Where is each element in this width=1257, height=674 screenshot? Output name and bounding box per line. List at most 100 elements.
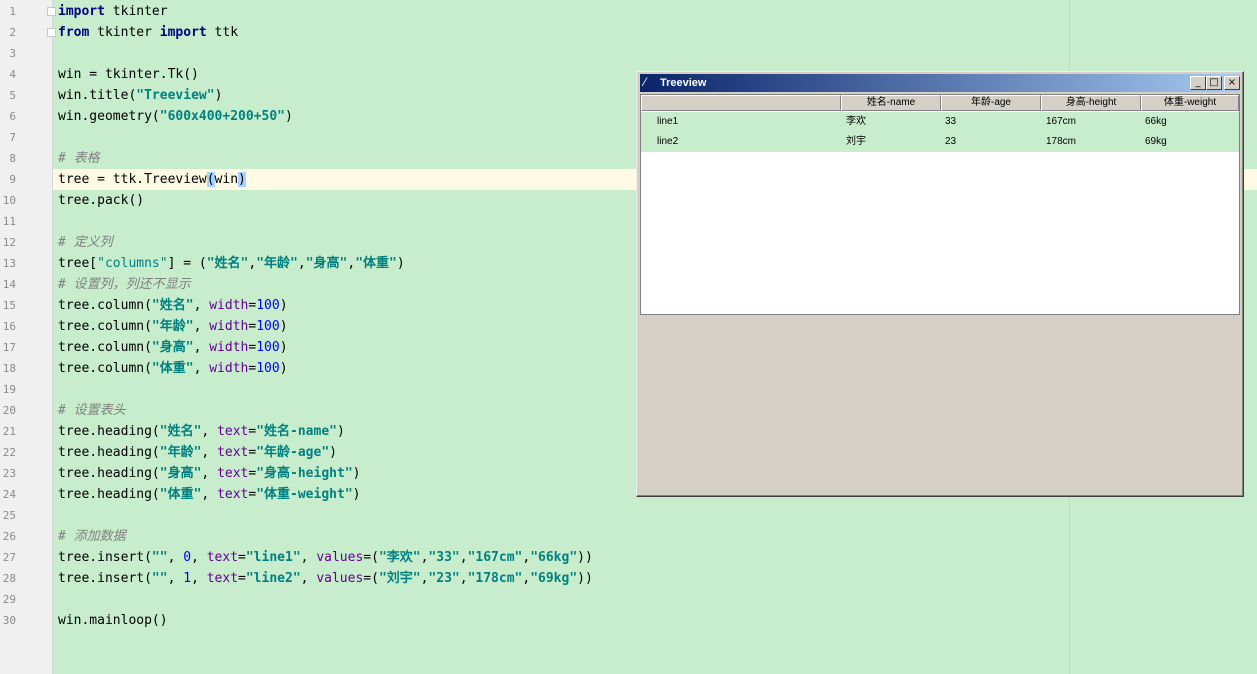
line-number: 29: [2, 593, 16, 606]
code-line[interactable]: tree.column("姓名", width=100): [58, 295, 288, 316]
code-token: win.title(: [58, 88, 137, 103]
code-token: # 设置表头: [58, 403, 126, 418]
code-token: =(: [363, 550, 379, 565]
heading-age[interactable]: 年龄-age: [941, 95, 1041, 111]
code-line[interactable]: from tkinter import ttk: [58, 22, 238, 43]
code-token: ): [284, 109, 293, 124]
maximize-button[interactable]: □: [1206, 76, 1222, 90]
code-line[interactable]: win.title("Treeview"): [58, 85, 222, 106]
code-token: 100: [256, 361, 280, 376]
code-token: "身高-height": [256, 466, 353, 481]
code-token: ,: [193, 319, 210, 334]
code-line[interactable]: # 设置列，列还不显示: [58, 274, 191, 295]
code-line[interactable]: tree.heading("身高", text="身高-height"): [58, 463, 360, 484]
code-line[interactable]: # 表格: [58, 148, 100, 169]
line-number: 30: [2, 614, 16, 627]
code-token: text: [217, 424, 249, 439]
code-token: tree.column(: [58, 340, 152, 355]
treeview-table[interactable]: 姓名-name 年龄-age 身高-height 体重-weight line1…: [640, 94, 1240, 315]
heading-weight[interactable]: 体重-weight: [1141, 95, 1239, 111]
code-line[interactable]: tree["columns"] = ("姓名","年龄","身高","体重"): [58, 253, 405, 274]
code-token: 100: [256, 298, 280, 313]
code-token: ,: [167, 571, 184, 586]
code-token: tree.column(: [58, 298, 152, 313]
code-token: ): [279, 298, 288, 313]
line-number: 4: [9, 68, 16, 81]
code-token: "身高": [305, 256, 348, 271]
code-token: ): [279, 340, 288, 355]
code-line[interactable]: win = tkinter.Tk(): [58, 64, 199, 85]
code-token: "年龄": [256, 256, 298, 271]
code-token: win.mainloop(): [58, 613, 168, 628]
fold-marker[interactable]: [47, 7, 56, 16]
heading-tree[interactable]: [641, 95, 841, 111]
code-token: ,: [167, 550, 184, 565]
code-token: 0: [183, 550, 192, 565]
code-token: ,: [459, 550, 468, 565]
line-number: 28: [2, 572, 16, 585]
code-line[interactable]: import tkinter: [58, 1, 168, 22]
cell-weight: 69kg: [1145, 136, 1167, 147]
code-line[interactable]: tree.column("身高", width=100): [58, 337, 288, 358]
code-line[interactable]: tree = ttk.Treeview(win): [58, 169, 246, 190]
table-row[interactable]: line1 李欢 33 167cm 66kg: [641, 112, 1239, 132]
line-number: 16: [2, 320, 16, 333]
code-token: tree.insert(: [58, 550, 152, 565]
code-token: ,: [201, 466, 218, 481]
code-line[interactable]: tree.pack(): [58, 190, 144, 211]
tk-window: ⁄ Treeview _ □ × 姓名-name 年龄-age 身高-heigh…: [636, 71, 1244, 497]
cell-height: 167cm: [1046, 116, 1077, 127]
close-button[interactable]: ×: [1224, 76, 1240, 90]
code-token: tree[: [58, 256, 98, 271]
code-token: tkinter: [89, 25, 160, 40]
code-token: values: [316, 550, 364, 565]
code-line[interactable]: tree.heading("体重", text="体重-weight"): [58, 484, 360, 505]
code-token: from: [58, 25, 90, 40]
treeview-header: 姓名-name 年龄-age 身高-height 体重-weight: [641, 95, 1239, 111]
code-token: "体重": [151, 361, 194, 376]
code-token: "体重": [159, 487, 202, 502]
code-token: "李欢": [378, 550, 421, 565]
code-token: "23": [428, 571, 460, 586]
line-number: 1: [9, 5, 16, 18]
table-row[interactable]: line2 刘宇 23 178cm 69kg: [641, 132, 1239, 152]
code-token: text: [217, 487, 249, 502]
code-line[interactable]: # 定义列: [58, 232, 113, 253]
code-line[interactable]: win.geometry("600x400+200+50"): [58, 106, 293, 127]
cell-height: 178cm: [1046, 136, 1077, 147]
cell-weight: 66kg: [1145, 116, 1167, 127]
code-line[interactable]: tree.insert("", 1, text="line2", values=…: [58, 568, 593, 589]
code-line[interactable]: tree.column("年龄", width=100): [58, 316, 288, 337]
code-token: width: [209, 319, 249, 334]
heading-height[interactable]: 身高-height: [1041, 95, 1141, 111]
line-number: 6: [9, 110, 16, 123]
line-number: 14: [2, 278, 16, 291]
code-token: ,: [459, 571, 468, 586]
code-line[interactable]: # 设置表头: [58, 400, 126, 421]
line-number: 23: [2, 467, 16, 480]
fold-marker[interactable]: [47, 28, 56, 37]
code-token: "": [151, 571, 168, 586]
window-title: Treeview: [660, 77, 707, 89]
code-token: ): [352, 466, 361, 481]
code-token: tree.heading(: [58, 487, 160, 502]
code-token: text: [206, 571, 239, 586]
line-number: 5: [9, 89, 16, 102]
code-token: # 定义列: [58, 235, 113, 250]
minimize-button[interactable]: _: [1190, 76, 1206, 90]
line-number: 24: [2, 488, 16, 501]
code-token: text: [206, 550, 239, 565]
titlebar[interactable]: ⁄ Treeview _ □ ×: [640, 74, 1240, 92]
heading-name[interactable]: 姓名-name: [841, 95, 941, 111]
code-line[interactable]: tree.insert("", 0, text="line1", values=…: [58, 547, 593, 568]
code-line[interactable]: tree.heading("姓名", text="姓名-name"): [58, 421, 345, 442]
code-line[interactable]: tree.heading("年龄", text="年龄-age"): [58, 442, 337, 463]
code-token: "体重": [355, 256, 397, 271]
line-number: 17: [2, 341, 16, 354]
code-line[interactable]: # 添加数据: [58, 526, 126, 547]
code-token: ): [337, 424, 345, 439]
code-token: "年龄": [151, 319, 194, 334]
code-token: ): [214, 88, 223, 103]
code-line[interactable]: win.mainloop(): [58, 610, 168, 631]
code-line[interactable]: tree.column("体重", width=100): [58, 358, 288, 379]
